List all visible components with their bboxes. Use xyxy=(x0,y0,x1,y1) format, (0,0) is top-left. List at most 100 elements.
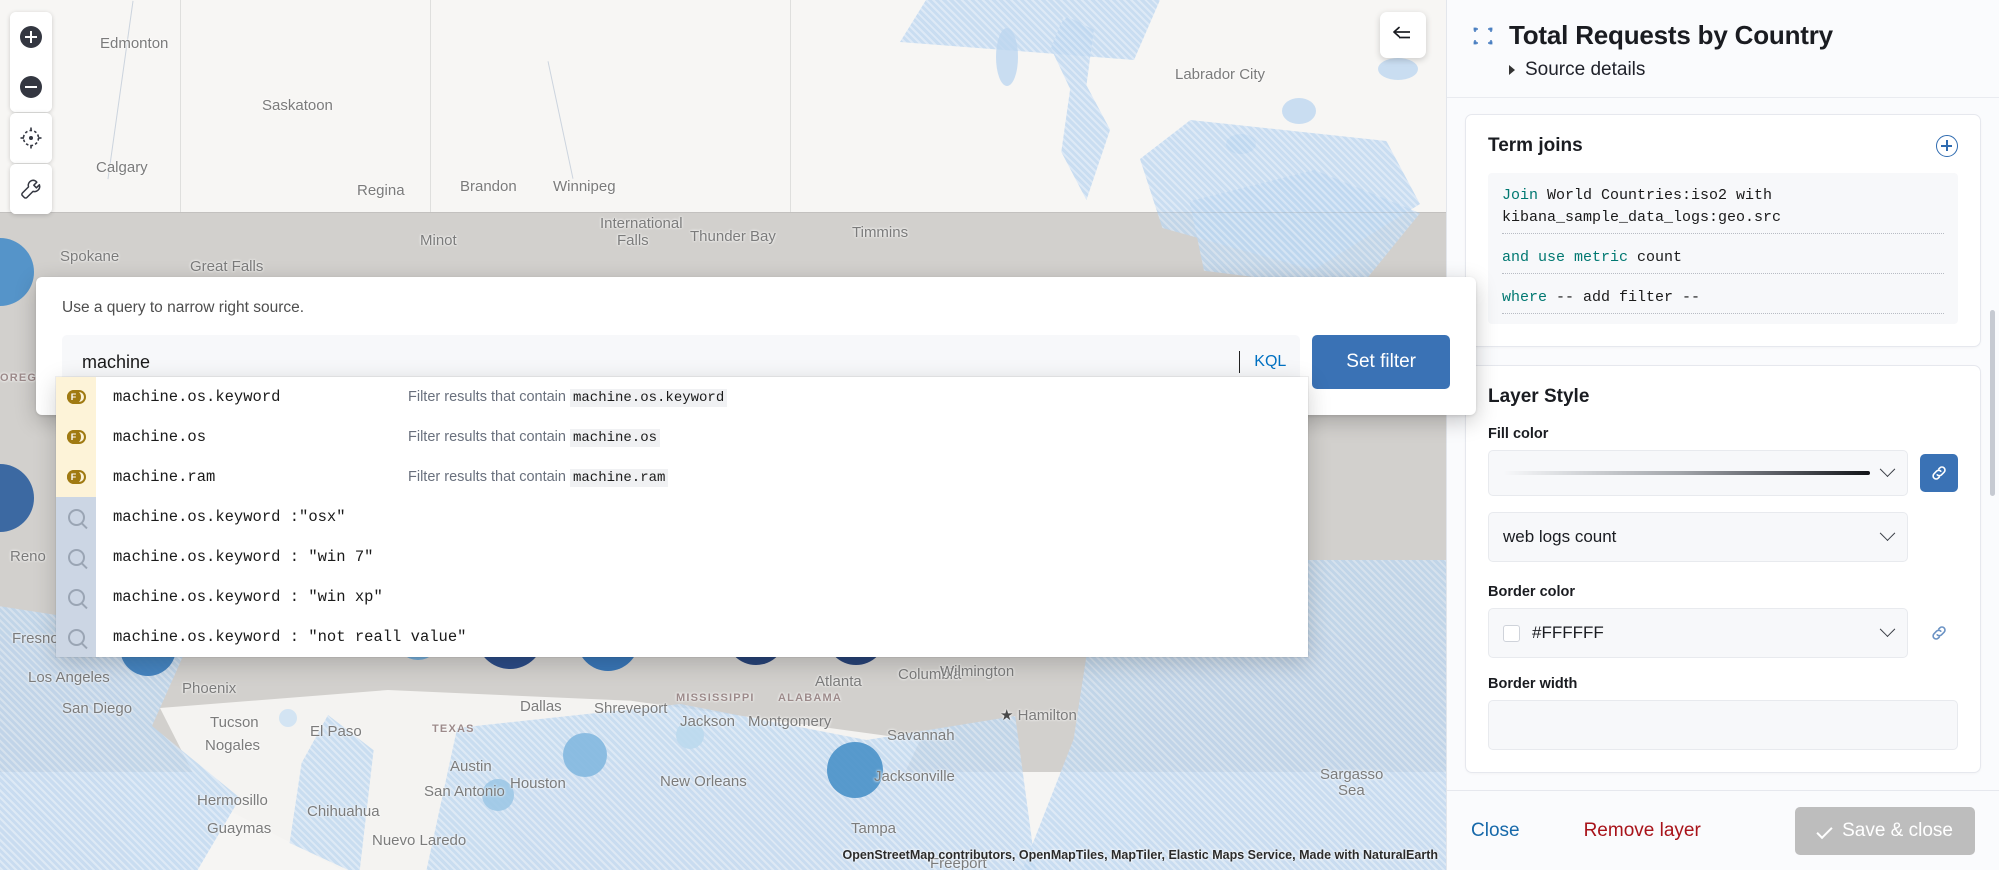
term-join-line[interactable]: Join World Countries:iso2 with kibana_sa… xyxy=(1502,185,1944,234)
join-expression-value: -- add filter -- xyxy=(1547,289,1701,306)
field-icon xyxy=(66,390,86,404)
field-icon-cell xyxy=(56,417,96,457)
panel-body[interactable]: Term joins Join World Countries:iso2 wit… xyxy=(1447,98,1999,790)
border-color-select[interactable]: #FFFFFF xyxy=(1488,608,1908,658)
search-icon xyxy=(67,628,85,646)
map-data-marker[interactable] xyxy=(279,709,297,727)
border-color-value: #FFFFFF xyxy=(1532,623,1604,642)
query-suggestions-list[interactable]: machine.os.keywordFilter results that co… xyxy=(56,377,1308,657)
fill-color-field-value: web logs count xyxy=(1503,527,1617,546)
suggestion-field-code: machine.ram xyxy=(570,468,669,487)
suggestion-label: machine.os.keyword : "win xp" xyxy=(113,588,383,606)
link-icon xyxy=(1932,626,1946,640)
border-width-label: Border width xyxy=(1488,676,1578,692)
query-language-label[interactable]: KQL xyxy=(1240,353,1286,371)
suggestion-item[interactable]: machine.osFilter results that contain ma… xyxy=(56,417,1308,457)
fill-color-label: Fill color xyxy=(1488,426,1549,442)
wrench-icon xyxy=(21,179,41,199)
minus-icon xyxy=(20,76,42,98)
map-attribution: OpenStreetMap contributors, OpenMapTiles… xyxy=(842,848,1438,862)
border-color-link-button[interactable] xyxy=(1920,614,1958,652)
suggestion-item[interactable]: machine.os.keyword : "win 7" xyxy=(56,537,1308,577)
fill-color-link-button[interactable] xyxy=(1920,454,1958,492)
chevron-down-icon xyxy=(1879,524,1896,541)
remove-layer-button[interactable]: Remove layer xyxy=(1584,820,1701,842)
map-tools-control[interactable] xyxy=(10,164,52,214)
fill-color-field-select[interactable]: web logs count xyxy=(1488,512,1908,562)
term-joins-card: Term joins Join World Countries:iso2 wit… xyxy=(1465,114,1981,347)
add-term-join-button[interactable] xyxy=(1936,135,1958,157)
value-icon-cell xyxy=(56,497,96,537)
zoom-in-button[interactable] xyxy=(10,12,52,62)
chevron-down-icon xyxy=(1879,620,1896,637)
term-join-line[interactable]: and use metric count xyxy=(1502,247,1944,274)
link-icon xyxy=(1932,466,1946,480)
term-joins-title: Term joins xyxy=(1488,135,1583,156)
value-icon-cell xyxy=(56,577,96,617)
map-zoom-controls[interactable] xyxy=(10,12,52,112)
search-icon xyxy=(67,508,85,526)
layer-boundary-icon xyxy=(1473,27,1493,44)
suggestion-item[interactable]: machine.os.keyword :"osx" xyxy=(56,497,1308,537)
suggestion-label: machine.os.keyword :"osx" xyxy=(113,508,346,526)
panel-scrollbar[interactable] xyxy=(1990,310,1995,496)
check-icon xyxy=(1816,822,1833,839)
tools-button[interactable] xyxy=(10,164,52,214)
source-details-toggle[interactable]: Source details xyxy=(1471,59,1975,81)
value-icon-cell xyxy=(56,617,96,657)
join-keyword: Join xyxy=(1502,187,1539,204)
map-water-lake-small xyxy=(996,28,1018,86)
suggestion-item[interactable]: machine.os.keyword : "not reall value" xyxy=(56,617,1308,657)
suggestion-item[interactable]: machine.ramFilter results that contain m… xyxy=(56,457,1308,497)
zoom-out-button[interactable] xyxy=(10,62,52,112)
set-filter-button[interactable]: Set filter xyxy=(1312,335,1450,389)
fit-to-data-button[interactable] xyxy=(10,113,52,163)
search-icon xyxy=(67,548,85,566)
fill-color-ramp-select[interactable] xyxy=(1488,450,1908,496)
suggestion-description: Filter results that contain machine.os xyxy=(408,428,661,447)
field-icon-cell xyxy=(56,377,96,417)
suggestion-label: machine.os.keyword : "win 7" xyxy=(113,548,374,566)
join-keyword: where xyxy=(1502,289,1548,306)
map-data-marker[interactable] xyxy=(482,779,514,811)
plus-icon xyxy=(20,26,42,48)
save-and-close-label: Save & close xyxy=(1842,819,1953,841)
border-width-input[interactable] xyxy=(1488,700,1958,750)
crosshair-icon xyxy=(20,127,42,149)
suggestion-field-code: machine.os.keyword xyxy=(570,388,728,407)
map-border-line xyxy=(430,0,431,212)
join-keyword: and use metric xyxy=(1502,249,1629,266)
panel-header: Total Requests by Country Source details xyxy=(1447,0,1999,98)
app-root: Edmonton Saskatoon Calgary Regina Brandon Win… xyxy=(0,0,1999,870)
map-data-marker[interactable] xyxy=(827,742,883,798)
map-data-marker[interactable] xyxy=(563,733,607,777)
suggestion-item[interactable]: machine.os.keywordFilter results that co… xyxy=(56,377,1308,417)
search-icon xyxy=(67,588,85,606)
chevron-right-icon xyxy=(1509,65,1515,75)
border-color-label: Border color xyxy=(1488,584,1576,600)
field-icon-cell xyxy=(56,457,96,497)
panel-title: Total Requests by Country xyxy=(1509,20,1833,50)
map-border-line xyxy=(790,0,791,212)
fit-to-data-control[interactable] xyxy=(10,113,52,163)
join-expression-value: World Countries:iso2 with kibana_sample_… xyxy=(1502,187,1782,226)
close-button[interactable]: Close xyxy=(1471,820,1520,842)
query-input[interactable] xyxy=(82,351,1241,373)
collapse-panel-button[interactable] xyxy=(1380,12,1426,58)
suggestion-label: machine.os.keyword xyxy=(113,388,281,406)
term-join-expression[interactable]: Join World Countries:iso2 with kibana_sa… xyxy=(1488,173,1958,324)
chevron-down-icon xyxy=(1879,460,1896,477)
suggestion-item[interactable]: machine.os.keyword : "win xp" xyxy=(56,577,1308,617)
map-data-marker[interactable] xyxy=(676,721,704,749)
save-and-close-button[interactable]: Save & close xyxy=(1795,806,1975,855)
suggestion-label: machine.ram xyxy=(113,468,216,486)
field-icon xyxy=(66,470,86,484)
suggestion-description: Filter results that contain machine.os.k… xyxy=(408,388,728,407)
join-expression-value: count xyxy=(1628,249,1683,266)
query-hint: Use a query to narrow right source. xyxy=(62,299,305,316)
field-icon xyxy=(66,430,86,444)
term-join-line[interactable]: where -- add filter -- xyxy=(1502,287,1944,314)
map-water-lake-small xyxy=(1282,98,1316,124)
suggestion-field-code: machine.os xyxy=(570,428,661,447)
panel-footer: Close Remove layer Save & close xyxy=(1447,790,1999,870)
